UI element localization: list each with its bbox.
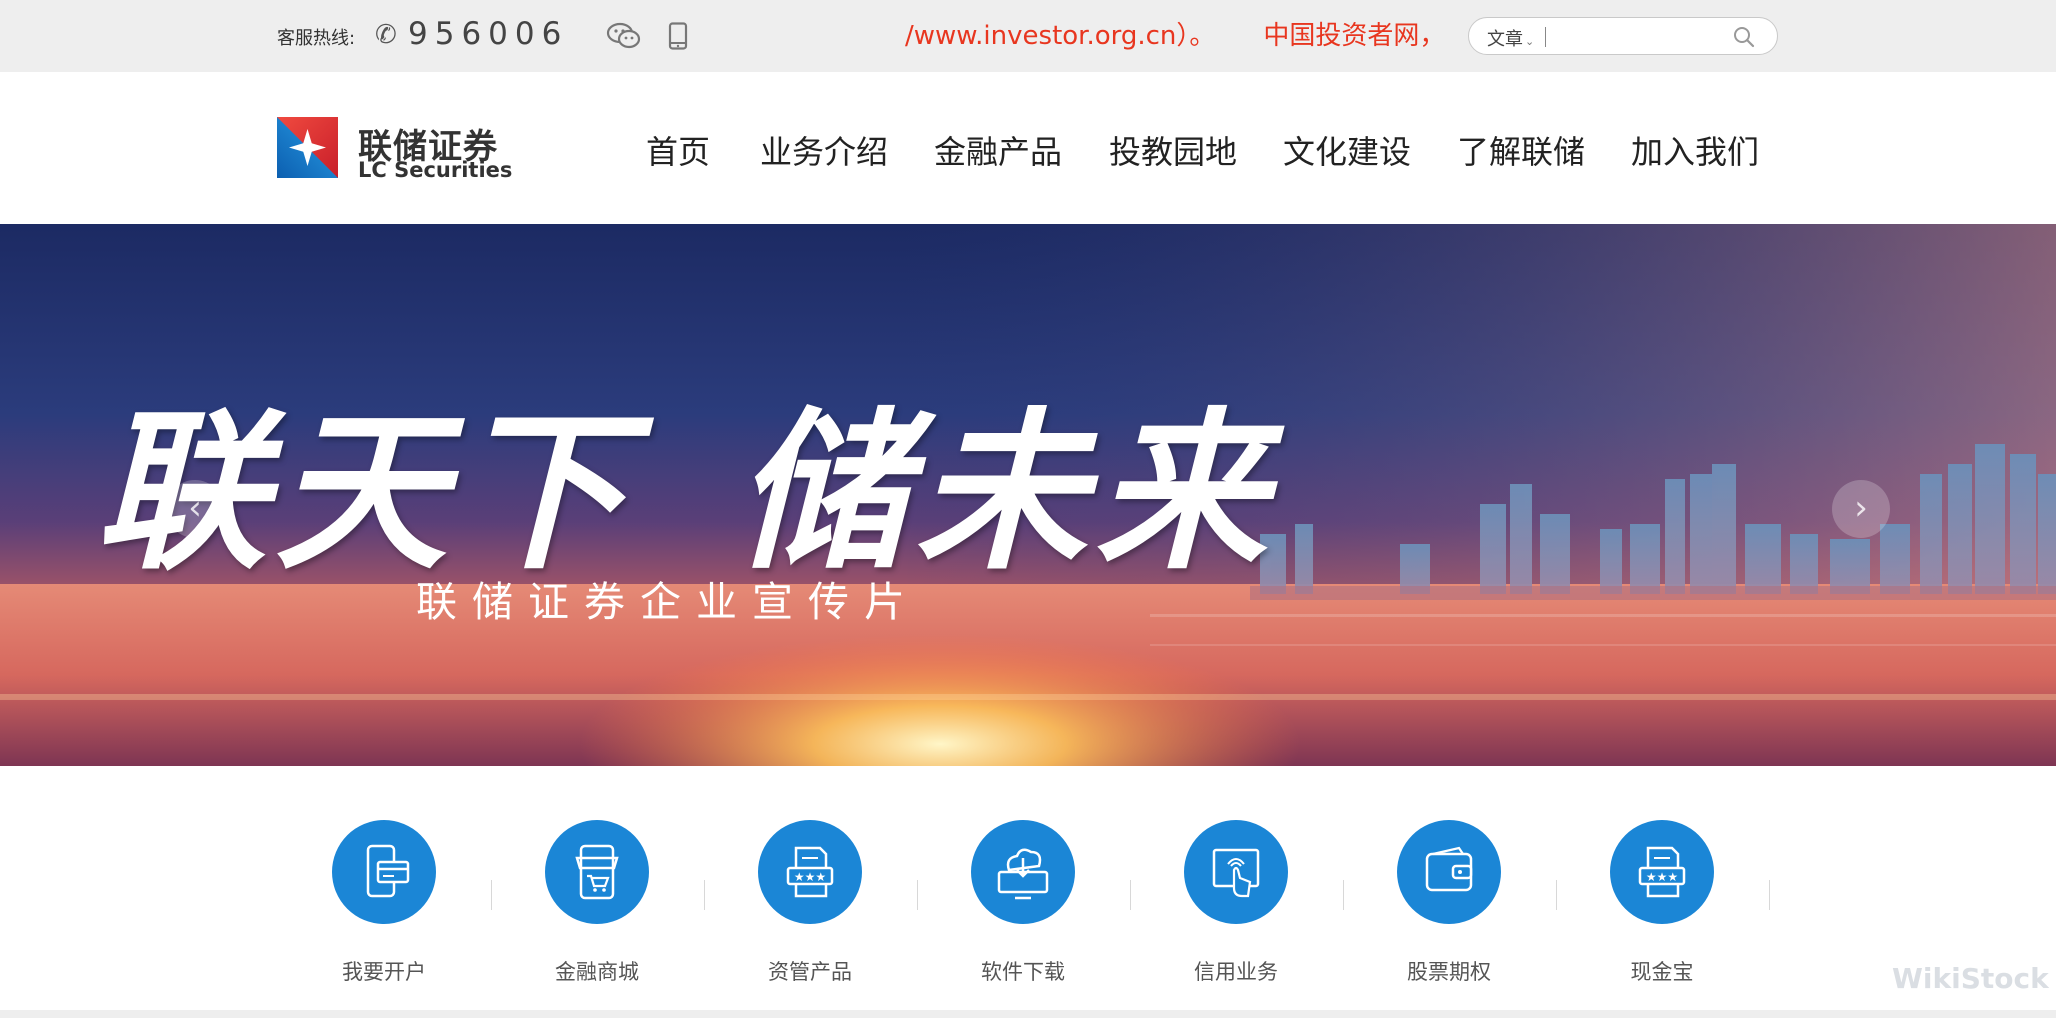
divider (917, 880, 918, 910)
chevron-left-icon: ‹ (188, 488, 202, 528)
quick-link-circle (1184, 820, 1288, 924)
quick-link-label: 信用业务 (1194, 960, 1278, 984)
nav-item-join[interactable]: 加入我们 (1631, 127, 1759, 173)
phone-icon: ✆ (375, 20, 397, 50)
divider (704, 880, 705, 910)
cloud-download-icon (997, 848, 1049, 900)
search-icon[interactable] (1733, 26, 1755, 48)
quick-link-credit[interactable]: 信用业务 (1151, 820, 1321, 986)
quick-link-label: 现金宝 (1630, 960, 1694, 984)
quick-link-circle (1397, 820, 1501, 924)
nav-item-education[interactable]: 投教园地 (1109, 127, 1237, 173)
svg-text:★★★: ★★★ (794, 870, 826, 884)
quick-link-asset-mgmt[interactable]: ★★★ 资管产品 (725, 820, 895, 986)
slogan-part-2: 储未来 (735, 390, 1275, 593)
banner-next-button[interactable]: › (1832, 480, 1890, 538)
quick-link-stock-options[interactable]: 股票期权 (1364, 820, 1534, 986)
wechat-icon[interactable] (606, 22, 642, 50)
watermark-text: WikiStock (1892, 962, 2049, 995)
page: 客服热线: ✆ 956006 /www.investor.org.cn）。 中国投… (0, 0, 2056, 1018)
site-header: 联储证券 LC Securities 首页 业务介绍 金融产品 投教园地 文化建… (0, 72, 2056, 224)
ticker-text-2[interactable]: 中国投资者网，投资者 (1263, 18, 1446, 54)
nav-item-about[interactable]: 了解联储 (1457, 127, 1585, 173)
nav-item-products[interactable]: 金融产品 (934, 127, 1062, 173)
quick-link-mall[interactable]: 金融商城 (512, 820, 682, 986)
quick-link-label: 我要开户 (342, 960, 426, 984)
shop-icon (575, 844, 619, 900)
mobile-card-icon (366, 844, 410, 898)
banner-prev-button[interactable]: ‹ (166, 480, 224, 538)
chevron-right-icon: › (1854, 488, 1868, 528)
mobile-icon[interactable] (668, 22, 688, 50)
divider (1130, 880, 1131, 910)
quick-link-label: 股票期权 (1407, 960, 1491, 984)
divider (1769, 880, 1770, 910)
hotline-number: 956006 (408, 16, 569, 52)
nav-item-culture[interactable]: 文化建设 (1283, 127, 1411, 173)
quick-link-circle (545, 820, 649, 924)
logo-text-en[interactable]: LC Securities (358, 158, 512, 182)
quick-link-software-download[interactable]: 软件下载 (938, 820, 1108, 986)
nav-item-business[interactable]: 业务介绍 (760, 127, 888, 173)
banner-subtitle: 联储证券企业宣传片 (416, 578, 920, 626)
search-category-label: 文章 (1487, 29, 1523, 50)
nav-item-home[interactable]: 首页 (646, 127, 710, 173)
quick-link-circle: ★★★ (1610, 820, 1714, 924)
quick-link-label: 金融商城 (555, 960, 639, 984)
chevron-down-icon: ⌄ (1525, 35, 1535, 48)
wallet-icon (1425, 846, 1473, 892)
logo-mark-icon[interactable] (277, 117, 338, 178)
certificate-icon: ★★★ (1638, 846, 1686, 898)
quick-links: 我要开户 金融商城 ★★★ 资管产品 软件下载 信用业务 股票期权 ★★★ 现金… (0, 766, 2056, 1010)
hero-banner[interactable]: 联天下 储未来 联储证券企业宣传片 ‹ › (0, 224, 2056, 766)
quick-link-open-account[interactable]: 我要开户 (299, 820, 469, 986)
quick-link-circle (332, 820, 436, 924)
document-stars-icon: ★★★ (786, 846, 834, 898)
top-bar: 客服热线: ✆ 956006 /www.investor.org.cn）。 中国投… (0, 0, 2056, 72)
quick-link-circle: ★★★ (758, 820, 862, 924)
hotline-label: 客服热线: (277, 28, 356, 49)
search-category-select[interactable]: 文章 ⌄ (1487, 25, 1534, 51)
touch-card-icon (1212, 848, 1260, 898)
banner-slogan: 联天下 储未来 (95, 352, 1275, 602)
quick-link-circle (971, 820, 1075, 924)
search-divider (1545, 27, 1546, 47)
quick-link-cash-treasure[interactable]: ★★★ 现金宝 (1577, 820, 1747, 986)
divider (491, 880, 492, 910)
quick-link-label: 软件下载 (981, 960, 1065, 984)
svg-text:★★★: ★★★ (1646, 870, 1678, 884)
search-input[interactable] (1551, 22, 1721, 50)
quick-link-label: 资管产品 (768, 960, 852, 984)
divider (1556, 880, 1557, 910)
announcement-ticker[interactable]: /www.investor.org.cn）。 中国投资者网，投资者 (905, 18, 1446, 54)
search-box: 文章 ⌄ (1468, 17, 1778, 55)
ticker-text-1[interactable]: /www.investor.org.cn）。 (905, 18, 1215, 54)
bottom-strip (0, 1010, 2056, 1018)
divider (1343, 880, 1344, 910)
